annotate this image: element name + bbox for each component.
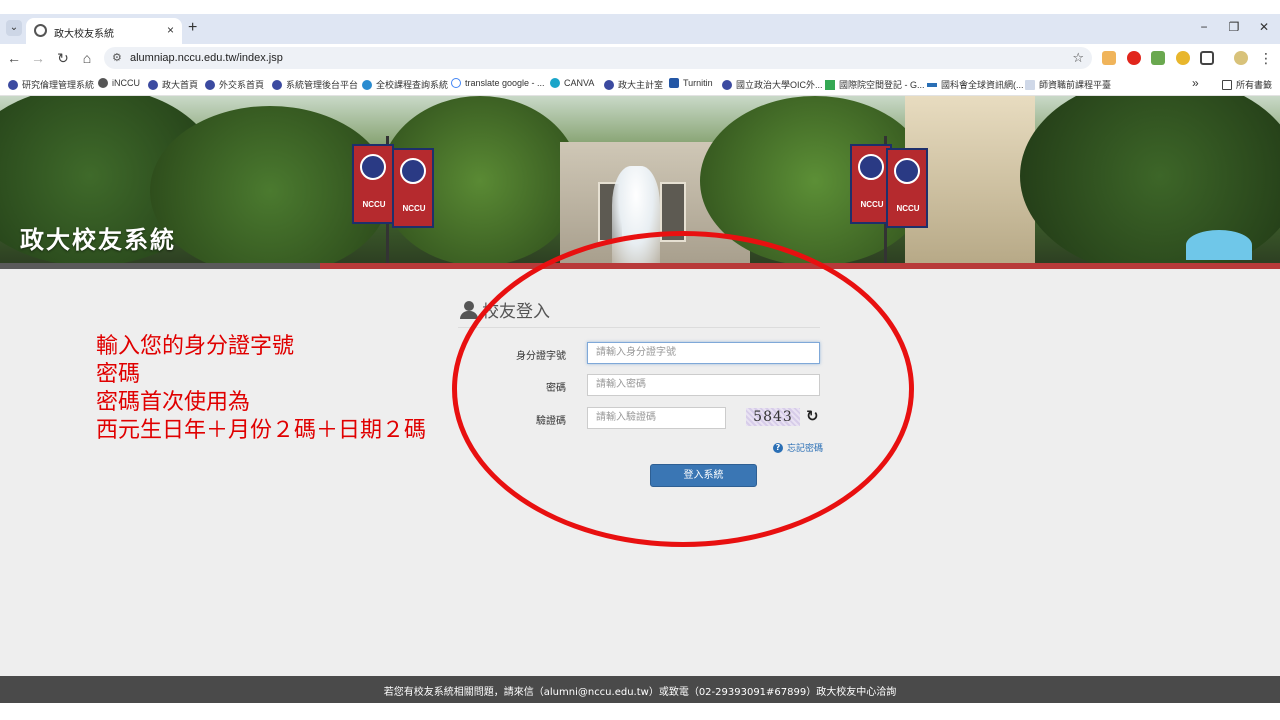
bookmark-item[interactable]: 國科會全球資訊網(... (927, 78, 1024, 91)
footer: 若您有校友系統相關問題，請來信（alumni@nccu.edu.tw）或致電（0… (0, 676, 1280, 703)
drive-icon (825, 79, 835, 90)
forward-icon[interactable]: → (30, 50, 46, 66)
folder-icon (1222, 79, 1232, 90)
bookmarks-bar: 研究倫理管理系統 iNCCU 政大首頁 外交系首頁 系統管理後台平台 全校課程查… (0, 72, 1280, 96)
download-extension-icon[interactable] (1151, 51, 1165, 65)
emblem-icon (894, 158, 920, 184)
bookmark-item[interactable]: CANVA (550, 78, 594, 88)
globe-icon (34, 24, 47, 37)
flag-banner: NCCU (886, 148, 928, 228)
bookmark-icon (927, 82, 937, 87)
bookmark-icon (98, 78, 108, 88)
tab-title: 政大校友系統 (54, 29, 114, 40)
bookmark-item[interactable]: 系統管理後台平台 (272, 78, 358, 91)
site-info-icon[interactable]: ⚙ (112, 51, 122, 64)
bookmark-icon (272, 79, 282, 90)
sun-extension-icon[interactable] (1176, 51, 1190, 65)
annotation-line: 密碼首次使用為 (96, 390, 251, 415)
bookmark-item[interactable]: iNCCU (98, 78, 140, 88)
bookmark-item[interactable]: 外交系首頁 (205, 78, 264, 91)
home-icon[interactable]: ⌂ (79, 50, 95, 66)
annotation-line: 西元生日年＋月份２碼＋日期２碼 (96, 418, 427, 443)
umbrella (1186, 230, 1252, 260)
emblem-icon (360, 154, 386, 180)
minimize-icon[interactable]: − (1196, 20, 1212, 34)
annotation-ellipse (452, 231, 914, 547)
emblem-icon (400, 158, 426, 184)
annotation-line: 輸入您的身分證字號 (96, 334, 295, 359)
bookmark-item[interactable]: 政大主計室 (604, 78, 663, 91)
annotation-text: 輸入您的身分證字號 密碼 密碼首次使用為 西元生日年＋月份２碼＋日期２碼 (96, 333, 426, 445)
back-icon[interactable]: ← (6, 50, 22, 66)
bookmark-item[interactable]: Turnitin (669, 78, 713, 88)
profile-avatar[interactable] (1234, 51, 1248, 65)
bookmark-icon (8, 79, 18, 90)
bookmark-item[interactable]: 國立政治大學OIC外... (722, 78, 823, 91)
browser-chrome: ⌄ 政大校友系統 × + − ❐ ✕ ← → ↻ ⌂ ⚙ alumniap.nc… (0, 14, 1280, 96)
annotation-line: 密碼 (96, 362, 141, 387)
puzzle-icon[interactable] (1200, 51, 1214, 65)
all-bookmarks[interactable]: 所有書籤 (1222, 78, 1272, 91)
canva-icon (550, 78, 560, 88)
bookmark-icon (722, 79, 732, 90)
flag-banner: NCCU (392, 148, 434, 228)
turnitin-icon (669, 78, 679, 88)
new-tab-icon[interactable]: + (188, 19, 197, 37)
extension-icon[interactable] (1102, 51, 1116, 65)
bookmark-icon (1025, 79, 1035, 90)
tab-search-icon[interactable]: ⌄ (6, 20, 22, 36)
footer-contact-text: 若您有校友系統相關問題，請來信（alumni@nccu.edu.tw）或致電（0… (383, 687, 897, 698)
restore-icon[interactable]: ❐ (1226, 20, 1242, 34)
bookmarks-more-icon[interactable]: » (1192, 76, 1199, 90)
toolbar: ← → ↻ ⌂ ⚙ alumniap.nccu.edu.tw/index.jsp… (0, 44, 1280, 72)
google-icon (451, 78, 461, 88)
bookmark-item[interactable]: 研究倫理管理系統 (8, 78, 94, 91)
bookmark-item[interactable]: translate google - ... (451, 78, 545, 88)
flag-banner: NCCU (352, 144, 394, 224)
bookmark-item[interactable]: 政大首頁 (148, 78, 198, 91)
bookmark-icon (604, 79, 614, 90)
bookmark-icon (362, 79, 372, 90)
window-close-icon[interactable]: ✕ (1256, 20, 1272, 34)
user-icon (460, 300, 478, 319)
main-content: 校友登入 身分證字號 請輸入身分證字號 密碼 請輸入密碼 驗證碼 請輸入驗證碼 … (0, 231, 1280, 676)
tab-strip: ⌄ 政大校友系統 × + − ❐ ✕ (0, 14, 1280, 44)
url-text[interactable]: alumniap.nccu.edu.tw/index.jsp (130, 52, 283, 64)
address-bar[interactable]: ⚙ alumniap.nccu.edu.tw/index.jsp ☆ (104, 47, 1092, 69)
bookmark-icon (148, 79, 158, 90)
bookmark-icon (205, 79, 215, 90)
tab-close-icon[interactable]: × (167, 23, 174, 37)
menu-icon[interactable]: ⋮ (1258, 50, 1274, 66)
opera-icon[interactable] (1127, 51, 1141, 65)
bookmark-item[interactable]: 全校課程查詢系統 (362, 78, 448, 91)
bookmark-star-icon[interactable]: ☆ (1072, 50, 1084, 66)
reload-icon[interactable]: ↻ (55, 50, 71, 66)
bookmark-item[interactable]: 國際院空間登記 - G... (825, 78, 925, 91)
page: ⌄ 政大校友系統 × + − ❐ ✕ ← → ↻ ⌂ ⚙ alumniap.nc… (0, 0, 1280, 720)
bookmark-item[interactable]: 師資職前課程平臺 (1025, 78, 1111, 91)
site-title: 政大校友系統 (20, 226, 176, 254)
tab-active[interactable]: 政大校友系統 × (26, 18, 182, 44)
emblem-icon (858, 154, 884, 180)
